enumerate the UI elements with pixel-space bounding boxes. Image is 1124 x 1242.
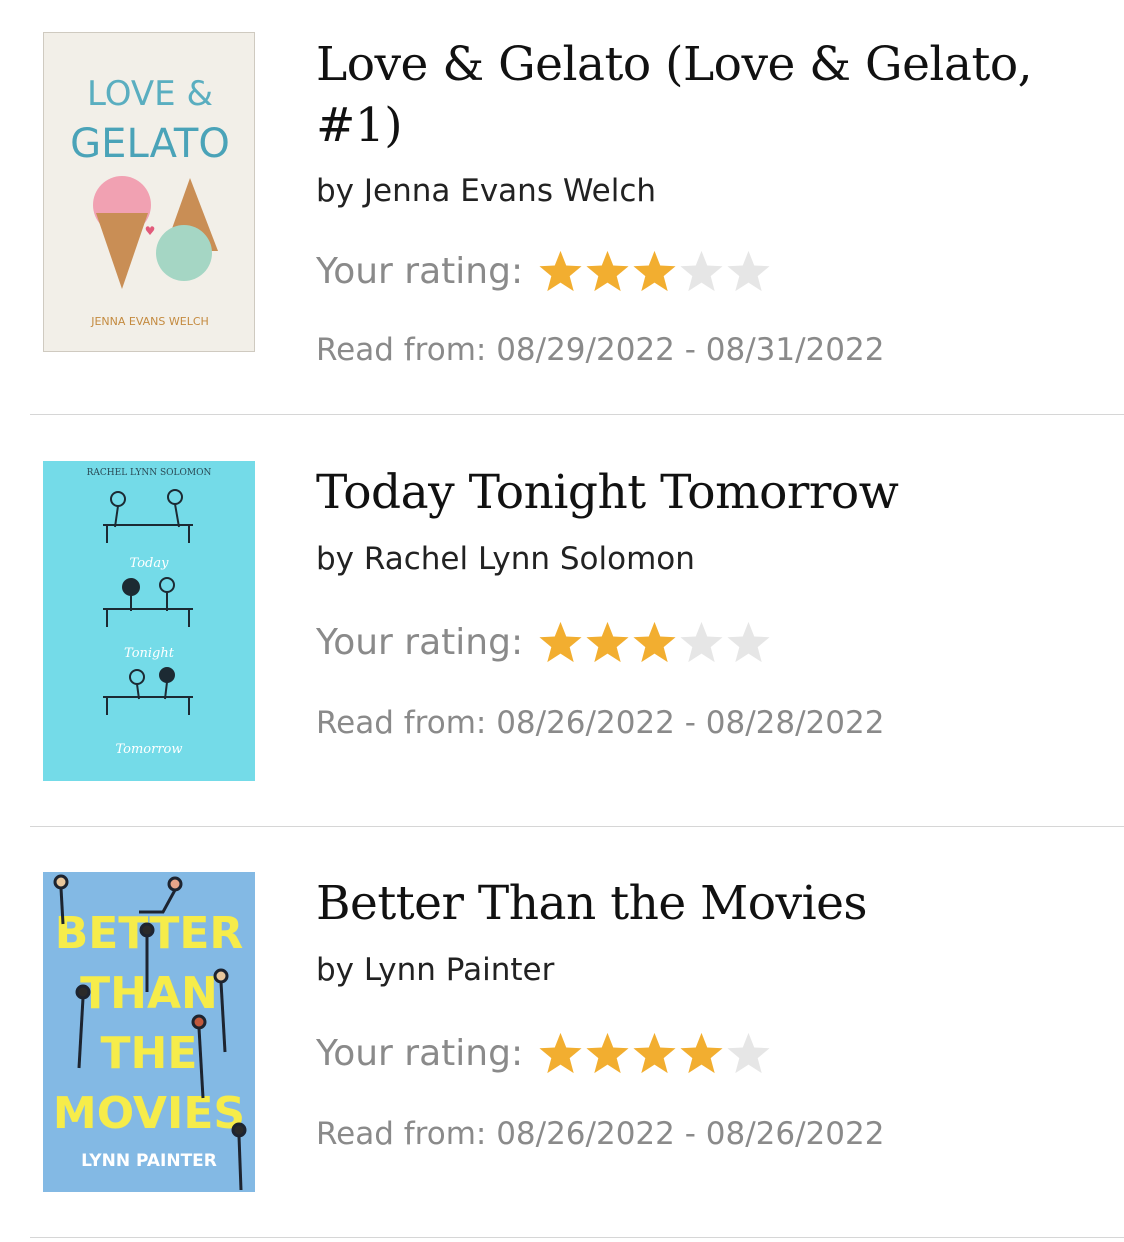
star-filled-icon[interactable]: [631, 1031, 678, 1075]
star-empty-icon[interactable]: [678, 620, 725, 664]
svg-text:LYNN PAINTER: LYNN PAINTER: [81, 1151, 217, 1171]
star-filled-icon[interactable]: [537, 620, 584, 664]
star-filled-icon[interactable]: [584, 1031, 631, 1075]
star-empty-icon[interactable]: [725, 249, 772, 293]
star-rating[interactable]: [537, 620, 772, 664]
star-rating[interactable]: [537, 249, 772, 293]
star-filled-icon[interactable]: [584, 620, 631, 664]
svg-text:Tonight: Tonight: [124, 646, 175, 661]
rating-label: Your rating:: [316, 1032, 524, 1074]
book-title[interactable]: Today Tonight Tomorrow: [316, 462, 1106, 523]
svg-text:JENNA EVANS WELCH: JENNA EVANS WELCH: [90, 315, 209, 328]
star-filled-icon[interactable]: [678, 1031, 725, 1075]
read-dates: Read from: 08/26/2022 - 08/28/2022: [316, 705, 885, 741]
star-filled-icon[interactable]: [537, 1031, 584, 1075]
book-cover-image[interactable]: BETTER THAN THE MOVIES LYNN PAINTER: [43, 872, 255, 1192]
book-title[interactable]: Better Than the Movies: [316, 873, 1106, 934]
your-rating: Your rating:: [316, 617, 772, 667]
your-rating: Your rating:: [316, 1028, 772, 1078]
divider: [30, 414, 1124, 415]
book-author[interactable]: by Jenna Evans Welch: [316, 172, 656, 210]
book-cover-image[interactable]: LOVE & GELATO ♥ JENNA EVANS WELCH: [43, 32, 255, 352]
svg-text:THAN: THAN: [80, 968, 218, 1019]
book-author[interactable]: by Lynn Painter: [316, 951, 554, 989]
divider: [30, 826, 1124, 827]
book-title[interactable]: Love & Gelato (Love & Gelato, #1): [316, 34, 1106, 156]
book-cover-image[interactable]: RACHEL LYNN SOLOMON Today Tonight Tomorr…: [43, 461, 255, 781]
star-filled-icon[interactable]: [631, 249, 678, 293]
book-author[interactable]: by Rachel Lynn Solomon: [316, 540, 695, 578]
svg-text:GELATO: GELATO: [70, 121, 230, 167]
rating-label: Your rating:: [316, 250, 524, 292]
today-tonight-tomorrow-cover-art: RACHEL LYNN SOLOMON Today Tonight Tomorr…: [43, 461, 255, 781]
svg-text:Today: Today: [130, 556, 170, 571]
star-filled-icon[interactable]: [537, 249, 584, 293]
read-dates: Read from: 08/29/2022 - 08/31/2022: [316, 332, 885, 368]
star-empty-icon[interactable]: [725, 1031, 772, 1075]
divider: [30, 1237, 1124, 1238]
svg-text:MOVIES: MOVIES: [53, 1088, 245, 1139]
svg-text:RACHEL LYNN SOLOMON: RACHEL LYNN SOLOMON: [87, 468, 212, 478]
star-filled-icon[interactable]: [631, 620, 678, 664]
svg-text:Tomorrow: Tomorrow: [115, 742, 182, 757]
love-gelato-cover-art: LOVE & GELATO ♥ JENNA EVANS WELCH: [44, 33, 254, 351]
svg-text:♥: ♥: [145, 224, 156, 238]
star-empty-icon[interactable]: [678, 249, 725, 293]
rating-label: Your rating:: [316, 621, 524, 663]
svg-text:THE: THE: [101, 1028, 198, 1079]
star-rating[interactable]: [537, 1031, 772, 1075]
star-empty-icon[interactable]: [725, 620, 772, 664]
svg-text:LOVE &: LOVE &: [87, 74, 213, 114]
read-dates: Read from: 08/26/2022 - 08/26/2022: [316, 1116, 885, 1152]
better-than-the-movies-cover-art: BETTER THAN THE MOVIES LYNN PAINTER: [43, 872, 255, 1192]
star-filled-icon[interactable]: [584, 249, 631, 293]
your-rating: Your rating:: [316, 246, 772, 296]
